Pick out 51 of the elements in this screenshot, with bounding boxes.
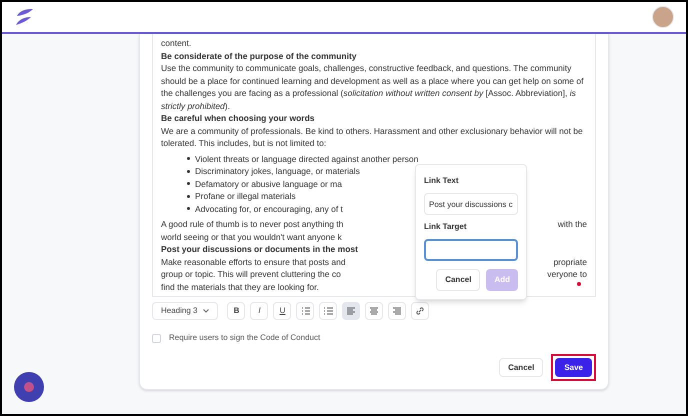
text-line: group or topic. This will prevent cluttering the co — [161, 268, 341, 280]
list-item: Advocating for, or encouraging, any of t — [195, 202, 343, 215]
text-line: find the materials that they are looking for. — [161, 280, 319, 293]
text-line: veryone to — [547, 268, 587, 280]
link-button[interactable] — [411, 302, 430, 320]
underline-button[interactable]: U — [273, 302, 292, 320]
align-right-button[interactable] — [388, 302, 406, 320]
text-line: Make reasonable efforts to ensure that posts and — [161, 256, 346, 268]
chat-launcher-button[interactable] — [14, 372, 44, 402]
section-heading: Post your discussions or documents in the most — [161, 243, 358, 256]
bullet-icon — [187, 170, 190, 173]
link-icon — [414, 305, 426, 317]
bullets-button[interactable] — [319, 302, 338, 320]
heading-dropdown[interactable]: Heading 3 — [152, 302, 218, 320]
section-heading: Be careful when choosing your words — [161, 112, 316, 124]
bullet-icon — [187, 182, 190, 186]
paragraph: We are a community of professionals. Be kind to others. Harassment and other exclusionary behavior will not be tolerated. This includes, but is not limited to: — [161, 124, 584, 150]
paragraph: Use the community to communicate goals, challenges, constructive feedback, and questions. The community should be a place for continued learning and development as well as a place where you can get help on some of the challenges you are facing as a professional (solicitation without written consent by [Assoc. Abbreviation], is strictly prohibited). — [161, 62, 584, 112]
text-line: world seeing or that you wouldn't want anyone k — [161, 230, 342, 243]
align-left-button[interactable] — [342, 302, 360, 320]
align-left-icon — [345, 305, 358, 317]
cancel-button[interactable]: Cancel — [436, 269, 480, 291]
chevron-icon — [203, 309, 210, 313]
paragraph: content. — [161, 37, 192, 50]
italic-button[interactable]: I — [250, 302, 268, 320]
field-label: Link Text — [424, 175, 460, 187]
list-item: Discriminatory jokes, language, or materials — [195, 165, 360, 178]
checkbox-label: Require users to sign the Code of Conduct — [169, 332, 320, 344]
cancel-button[interactable]: Cancel — [499, 358, 544, 377]
ordered-button[interactable] — [296, 302, 314, 320]
text-line: propriate — [553, 256, 587, 268]
bullet-icon — [187, 194, 190, 198]
text-line: with the — [558, 218, 587, 230]
bold-button[interactable]: B — [227, 302, 246, 320]
list-item: Violent threats or language directed against another person — [195, 152, 418, 165]
align-center-icon — [368, 305, 380, 317]
bulleted-list-icon — [322, 305, 334, 317]
align-center-button[interactable] — [365, 302, 384, 320]
leaf-logo-icon[interactable] — [14, 8, 34, 26]
list-item: Defamatory or abusive language or ma — [195, 178, 342, 190]
align-right-icon — [391, 305, 404, 317]
checkbox[interactable] — [152, 334, 161, 342]
save-button[interactable]: Save — [555, 358, 592, 377]
list-item: Profane or illegal materials — [195, 190, 296, 202]
text-line: A good rule of thumb is to never post anything th — [161, 218, 344, 230]
bullet-icon — [187, 207, 190, 210]
link-target-field[interactable] — [424, 239, 518, 261]
section-heading: Be considerate of the purpose of the community — [161, 50, 358, 62]
field-label: Link Target — [424, 221, 468, 233]
bullet-icon — [187, 157, 190, 160]
link-text-field[interactable]: Post your discussions c — [424, 193, 518, 215]
